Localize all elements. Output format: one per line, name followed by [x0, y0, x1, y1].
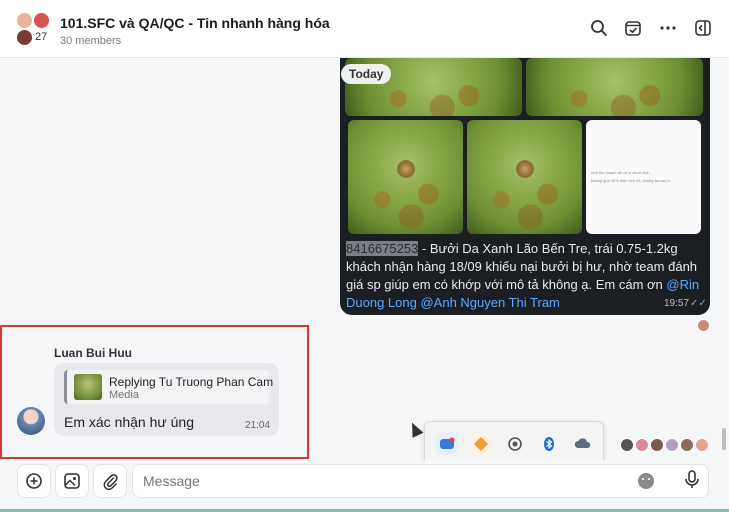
app-icon-2[interactable]: [470, 433, 492, 455]
reply-title: Replying Tu Truong Phan Cam: [109, 375, 274, 389]
mention-link[interactable]: @Anh Nguyen Thi Tram: [420, 295, 559, 310]
avatar: [16, 29, 33, 46]
order-code[interactable]: 8416675253: [346, 241, 419, 256]
avatar: [665, 438, 679, 452]
message-list[interactable]: mới thu hoạch sẽ có vị chua nhẹ, không q…: [0, 58, 729, 460]
reader-avatars[interactable]: [620, 438, 720, 454]
avatar: [695, 438, 709, 452]
avatar[interactable]: [17, 407, 45, 435]
reply-thumbnail: [74, 374, 102, 400]
chat-title[interactable]: 101.SFC và QA/QC - Tin nhanh hàng hóa: [60, 15, 330, 31]
chat-header: 27 101.SFC và QA/QC - Tin nhanh hàng hóa…: [0, 0, 729, 58]
photo[interactable]: mới thu hoạch sẽ có vị chua nhẹ, không q…: [586, 120, 701, 234]
sidebar-toggle-icon[interactable]: [692, 17, 714, 39]
avatar-count: 27: [35, 31, 48, 43]
message-time: 21:04: [245, 420, 271, 431]
attachment-icon: [103, 474, 118, 490]
seen-avatar[interactable]: [697, 319, 710, 332]
search-icon[interactable]: [588, 17, 610, 39]
avatar: [635, 438, 649, 452]
mouse-cursor-icon: [406, 420, 424, 438]
cloud-icon[interactable]: [572, 433, 594, 455]
add-icon: [26, 473, 42, 489]
date-chip: Today: [341, 64, 392, 84]
scrollbar[interactable]: [722, 428, 726, 450]
add-button[interactable]: [17, 464, 51, 498]
avatar: [16, 12, 33, 29]
avatar: [650, 438, 664, 452]
message-caption: 8416675253 - Bưởi Da Xanh Lão Bến Tre, t…: [346, 240, 704, 312]
app-icon-3[interactable]: [504, 433, 526, 455]
sticker-icon: [64, 473, 80, 489]
avatar: [33, 12, 50, 29]
avatar: [620, 438, 634, 452]
message-time: 19:57: [664, 298, 690, 309]
composer: [0, 460, 729, 512]
avatar: [680, 438, 694, 452]
message-text: Em xác nhận hư úng: [64, 414, 195, 430]
photo[interactable]: [467, 120, 582, 234]
emoji-icon[interactable]: [638, 473, 654, 489]
app-icon-1[interactable]: [436, 433, 458, 455]
read-check-icon: ✓✓: [690, 298, 707, 309]
calendar-check-icon[interactable]: [622, 17, 644, 39]
sticker-button[interactable]: [55, 464, 89, 498]
document-text: mới thu hoạch sẽ có vị chua nhẹ,: [591, 170, 650, 175]
member-count[interactable]: 30 members: [60, 35, 121, 47]
more-icon[interactable]: [657, 17, 679, 39]
message-input[interactable]: [132, 464, 709, 498]
photo[interactable]: [348, 120, 463, 234]
reply-subtitle: Media: [109, 389, 139, 401]
attach-button[interactable]: [93, 464, 127, 498]
document-text: không quá 30% diện tích vỏ, không ăn sau…: [591, 178, 670, 183]
photo[interactable]: [526, 58, 703, 116]
microphone-icon[interactable]: [681, 468, 703, 492]
bluetooth-icon[interactable]: [538, 433, 560, 455]
group-avatar[interactable]: 27: [16, 12, 50, 46]
sender-name[interactable]: Luan Bui Huu: [54, 346, 132, 360]
